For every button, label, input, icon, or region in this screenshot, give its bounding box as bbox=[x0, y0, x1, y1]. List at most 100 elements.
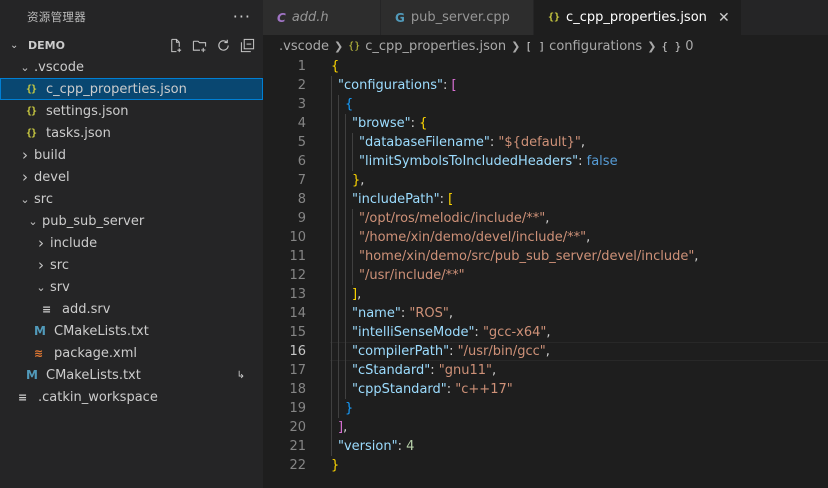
line-number: 20 bbox=[289, 420, 306, 435]
refresh-icon[interactable] bbox=[215, 37, 231, 53]
cpp-file-icon: G bbox=[395, 10, 405, 25]
code-text: "configurations": [ bbox=[338, 78, 457, 93]
more-actions-icon[interactable]: ··· bbox=[233, 9, 251, 25]
tree-item-label: srv bbox=[50, 279, 70, 295]
tree-folder[interactable]: › build bbox=[0, 144, 263, 166]
chevron-right-icon: ❯ bbox=[333, 39, 344, 53]
json-file-icon: {} bbox=[26, 83, 37, 95]
code-token: "cppStandard" bbox=[352, 382, 447, 397]
code-line: 20], bbox=[263, 418, 828, 437]
indent-guide bbox=[352, 209, 353, 228]
indent-guide bbox=[331, 209, 332, 228]
close-icon[interactable]: ✕ bbox=[717, 10, 731, 26]
indent-guide bbox=[345, 247, 346, 266]
code-token: [ bbox=[451, 78, 457, 93]
breadcrumb-folder[interactable]: .vscode bbox=[279, 39, 329, 54]
breadcrumb-index[interactable]: 0 bbox=[685, 39, 693, 54]
tree-item-label: .catkin_workspace bbox=[38, 389, 158, 405]
new-file-icon[interactable] bbox=[167, 37, 183, 53]
chevron-down-icon: ⌄ bbox=[10, 39, 19, 51]
code-token: "version" bbox=[338, 439, 398, 454]
indent-guide bbox=[345, 190, 346, 209]
indent-guide bbox=[331, 285, 332, 304]
tree-folder[interactable]: ⌄ pub_sub_server bbox=[0, 210, 263, 232]
tree-file[interactable]: ≡ .catkin_workspace bbox=[0, 386, 263, 408]
code-token: , bbox=[343, 420, 348, 435]
code-text: "/home/xin/demo/devel/include/**", bbox=[359, 230, 590, 245]
tree-file[interactable]: M CMakeLists.txt bbox=[0, 320, 263, 342]
code-token: "configurations" bbox=[338, 78, 443, 93]
indent-guide bbox=[338, 247, 339, 266]
code-line: 21 "version": 4 bbox=[263, 437, 828, 456]
json-file-icon: {} bbox=[26, 127, 37, 139]
code-token: , bbox=[545, 211, 550, 226]
indent-guide bbox=[352, 152, 353, 171]
code-token: "cStandard" bbox=[352, 363, 431, 378]
tree-folder[interactable]: ⌄ src bbox=[0, 188, 263, 210]
code-line: 15 "intelliSenseMode": "gcc-x64", bbox=[263, 323, 828, 342]
code-token: "gnu11" bbox=[438, 363, 492, 378]
tree-file[interactable]: {} c_cpp_properties.json bbox=[0, 78, 263, 100]
breadcrumb-file[interactable]: c_cpp_properties.json bbox=[365, 39, 506, 54]
code-token: "browse" bbox=[352, 116, 411, 131]
line-number: 1 bbox=[297, 59, 306, 74]
tab-label: pub_server.cpp bbox=[410, 10, 510, 25]
tree-file[interactable]: {} tasks.json bbox=[0, 122, 263, 144]
lines-file-icon: ≡ bbox=[18, 390, 28, 404]
tab-cpp[interactable]: Gpub_server.cpp bbox=[381, 0, 534, 35]
indent-guide bbox=[331, 399, 332, 418]
line-number: 17 bbox=[289, 363, 306, 378]
line-number: 8 bbox=[297, 192, 306, 207]
tree-file[interactable]: ≋ package.xml bbox=[0, 342, 263, 364]
chevron-down-icon: ⌄ bbox=[20, 60, 30, 74]
tree-file[interactable]: M CMakeLists.txt ↳ bbox=[0, 364, 263, 386]
code-line: 2 "configurations": [ bbox=[263, 76, 828, 95]
code-token: "/opt/ros/melodic/include/**" bbox=[359, 211, 546, 226]
indent-guide bbox=[345, 171, 346, 190]
new-folder-icon[interactable] bbox=[191, 37, 207, 53]
code-text: } bbox=[345, 401, 353, 416]
workspace-title: DEMO bbox=[28, 38, 65, 52]
tree-folder[interactable]: › include bbox=[0, 232, 263, 254]
code-text: "home/xin/demo/src/pub_sub_server/devel/… bbox=[359, 249, 698, 264]
indent-guide bbox=[338, 190, 339, 209]
tree-item-label: devel bbox=[34, 169, 70, 185]
tab-json[interactable]: {} c_cpp_properties.json ✕ bbox=[534, 0, 742, 35]
tree-folder[interactable]: ⌄ srv bbox=[0, 276, 263, 298]
tree-item-label: tasks.json bbox=[46, 125, 111, 141]
chevron-right-icon: › bbox=[38, 256, 44, 274]
tree-file[interactable]: ≡ add.srv bbox=[0, 298, 263, 320]
code-line: 14 "name": "ROS", bbox=[263, 304, 828, 323]
code-editor[interactable]: 1{2 "configurations": [3{4 "browse": {5 "da… bbox=[263, 57, 828, 488]
tab-c[interactable]: Cadd.h bbox=[263, 0, 381, 35]
indent-guide bbox=[331, 190, 332, 209]
code-line: 12 "/usr/include/**" bbox=[263, 266, 828, 285]
workspace-section-header[interactable]: ⌄ DEMO bbox=[0, 34, 263, 56]
code-text: } bbox=[331, 458, 339, 473]
tree-item-label: package.xml bbox=[54, 345, 137, 361]
collapse-all-icon[interactable] bbox=[239, 37, 255, 53]
section-actions bbox=[167, 37, 255, 53]
code-line: 16 "compilerPath": "/usr/bin/gcc", bbox=[263, 342, 828, 361]
indent-guide bbox=[338, 342, 339, 361]
indent-guide bbox=[331, 152, 332, 171]
tree-item-label: include bbox=[50, 235, 98, 251]
tree-folder[interactable]: ⌄ .vscode bbox=[0, 56, 263, 78]
indent-guide bbox=[338, 266, 339, 285]
object-icon: { } bbox=[661, 39, 682, 53]
line-number: 16 bbox=[289, 344, 306, 359]
tree-file[interactable]: {} settings.json bbox=[0, 100, 263, 122]
code-token: { bbox=[331, 59, 340, 74]
tree-folder[interactable]: › devel bbox=[0, 166, 263, 188]
tree-folder[interactable]: › src bbox=[0, 254, 263, 276]
cmake-file-icon: M bbox=[26, 368, 38, 382]
tree-item-label: pub_sub_server bbox=[42, 213, 145, 229]
indent-guide bbox=[331, 323, 332, 342]
code-token: "limitSymbolsToIncludedHeaders" bbox=[359, 154, 579, 169]
json-file-icon: {} bbox=[26, 105, 37, 117]
indent-guide bbox=[338, 133, 339, 152]
breadcrumb-key[interactable]: configurations bbox=[549, 39, 642, 54]
code-line: 11 "home/xin/demo/src/pub_sub_server/deve… bbox=[263, 247, 828, 266]
line-number: 12 bbox=[289, 268, 306, 283]
code-text: "/usr/include/**" bbox=[359, 268, 465, 283]
